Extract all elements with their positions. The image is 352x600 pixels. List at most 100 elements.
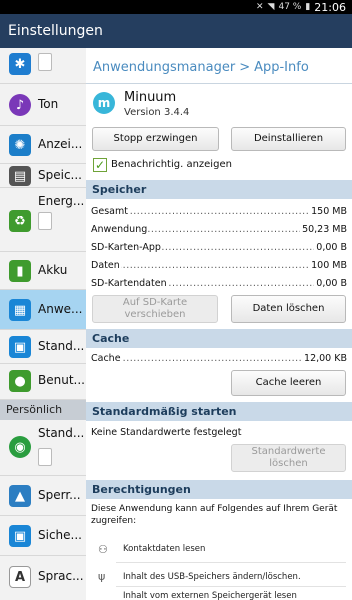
sidebar-item-storage[interactable]: ▤ Speic... [0, 164, 86, 188]
mute-icon: ✕ [256, 2, 264, 12]
storage-row-label: SD-Karten-App [91, 242, 162, 253]
sidebar-item-label: Sperr... [38, 488, 81, 502]
defaults-header: Standardmäßig starten [86, 402, 352, 421]
move-to-sd-button[interactable]: Auf SD-Karte verschieben [92, 295, 218, 323]
sidebar-item-default-apps[interactable]: ▣ Stand... [0, 330, 86, 364]
app-version: Version 3.4.4 [124, 107, 190, 118]
location-icon: ◉ [9, 436, 31, 458]
sidebar-item-security[interactable]: ▣ Siche... [0, 516, 86, 556]
divider [86, 83, 352, 84]
sidebar-item-label: Stand... [38, 339, 85, 353]
sidebar-section-personal: Persönlich [0, 400, 86, 420]
sidebar-item-label: Stand... [38, 426, 85, 440]
sidebar-item-label: Anzei... [38, 137, 83, 151]
sidebar-item-label: Ton [38, 97, 59, 111]
uninstall-button[interactable]: Deinstallieren [231, 127, 346, 151]
sidebar-item-bluetooth[interactable]: ✱ [0, 48, 86, 84]
security-icon: ▣ [9, 525, 31, 547]
default-apps-icon: ▣ [9, 336, 31, 358]
title-bar: Einstellungen [0, 14, 352, 48]
page-title: Einstellungen [8, 23, 103, 39]
app-name: Minuum [124, 90, 177, 105]
breadcrumb-parent[interactable]: Anwendungsmanager [93, 60, 235, 75]
storage-row-label: Anwendung [91, 224, 149, 235]
sidebar-item-lockscreen[interactable]: ▲ Sperr... [0, 476, 86, 516]
lockscreen-icon: ▲ [9, 485, 31, 507]
battery-icon: ▮ [9, 260, 31, 282]
sidebar-item-power-saving[interactable]: Energ... ♻ [0, 188, 86, 252]
power-saving-toggle[interactable] [38, 212, 52, 230]
display-icon: ✺ [9, 134, 31, 156]
clear-defaults-button[interactable]: Standardwerte löschen [231, 444, 346, 472]
power-saving-icon: ♻ [9, 210, 31, 232]
clear-cache-button[interactable]: Cache leeren [231, 370, 346, 396]
sidebar-item-users[interactable]: ● Benut... [0, 364, 86, 400]
sidebar-item-label: Sprac... [38, 569, 84, 583]
app-icon: m [93, 92, 115, 114]
app-info-panel: Anwendungsmanager > App-Info m Minuum Vers… [86, 48, 352, 600]
cache-row-value: 12,00 KB [302, 353, 347, 364]
user-icon: ● [9, 370, 31, 392]
sidebar-item-sound[interactable]: ♪ Ton [0, 84, 86, 126]
sound-icon: ♪ [9, 94, 31, 116]
sidebar-item-label: Benut... [38, 373, 85, 387]
storage-row-value: 100 MB [309, 260, 347, 271]
cache-row: ........................................… [91, 353, 347, 367]
sidebar-item-display[interactable]: ✺ Anzei... [0, 126, 86, 164]
status-bar: ✕ ◥ 47 % ▮ 21:06 [0, 0, 352, 14]
notifications-label: Benachrichtig. anzeigen [111, 159, 232, 170]
location-toggle[interactable] [38, 448, 52, 466]
storage-row: ........................................… [91, 206, 347, 220]
clock: 21:06 [314, 0, 346, 14]
storage-row: ........................................… [91, 278, 347, 292]
sidebar-item-label: Energ... [38, 194, 85, 208]
storage-row-value: 0,00 B [314, 242, 347, 253]
divider [116, 562, 346, 563]
divider [116, 586, 346, 587]
storage-icon: ▤ [9, 166, 31, 186]
no-defaults-text: Keine Standardwerte festgelegt [91, 427, 242, 438]
storage-row: ........................................… [91, 242, 347, 256]
clear-data-button[interactable]: Daten löschen [231, 295, 346, 323]
apps-icon: ▦ [9, 299, 31, 321]
storage-row-value: 50,23 MB [300, 224, 347, 235]
storage-row-label: SD-Kartendaten [91, 278, 168, 289]
settings-sidebar: ✱ ♪ Ton ✺ Anzei... ▤ Speic... Energ... ♻… [0, 48, 86, 600]
storage-header: Speicher [86, 180, 352, 199]
storage-row: ........................................… [91, 260, 347, 274]
sidebar-item-label: Akku [38, 263, 68, 277]
storage-row-value: 0,00 B [314, 278, 347, 289]
permission-item: Kontaktdaten lesen [123, 544, 206, 554]
cache-row-label: Cache [91, 353, 122, 364]
storage-row-value: 150 MB [309, 206, 347, 217]
storage-row-label: Gesamt [91, 206, 129, 217]
sidebar-item-label: Anwe... [38, 302, 83, 316]
storage-row: ........................................… [91, 224, 347, 238]
breadcrumb: Anwendungsmanager > App-Info [93, 60, 309, 75]
wifi-icon: ◥ [267, 2, 275, 12]
sidebar-item-label: Siche... [38, 528, 82, 542]
sidebar-item-location[interactable]: ◉ Stand... [0, 420, 86, 476]
language-icon: A [9, 566, 31, 588]
contacts-icon: ⚇ [98, 543, 108, 556]
sidebar-item-language[interactable]: A Sprac... [0, 556, 86, 600]
bluetooth-toggle[interactable] [38, 53, 52, 71]
sidebar-item-apps[interactable]: ▦ Anwe... [0, 290, 86, 330]
force-stop-button[interactable]: Stopp erzwingen [92, 127, 219, 151]
bluetooth-icon: ✱ [9, 53, 31, 75]
notifications-checkbox[interactable]: ✓ [93, 158, 107, 172]
status-bar-right: ✕ ◥ 47 % ▮ 21:06 [256, 0, 346, 14]
breadcrumb-separator: > [239, 60, 251, 75]
permissions-header: Berechtigungen [86, 480, 352, 499]
battery-status-icon: ▮ [305, 2, 311, 12]
sidebar-item-label: Speic... [38, 168, 82, 182]
permissions-intro: Diese Anwendung kann auf Folgendes auf I… [91, 504, 338, 526]
cache-header: Cache [86, 329, 352, 348]
permission-item: Inhalt des USB-Speichers ändern/löschen. [123, 572, 301, 582]
breadcrumb-current: App-Info [254, 60, 309, 75]
battery-percent: 47 % [278, 2, 302, 12]
sidebar-item-battery[interactable]: ▮ Akku [0, 252, 86, 290]
usb-icon: ψ [98, 570, 106, 583]
storage-row-label: Daten [91, 260, 121, 271]
permission-item: Inhalt vom externen Speichergerät lesen [123, 591, 297, 600]
